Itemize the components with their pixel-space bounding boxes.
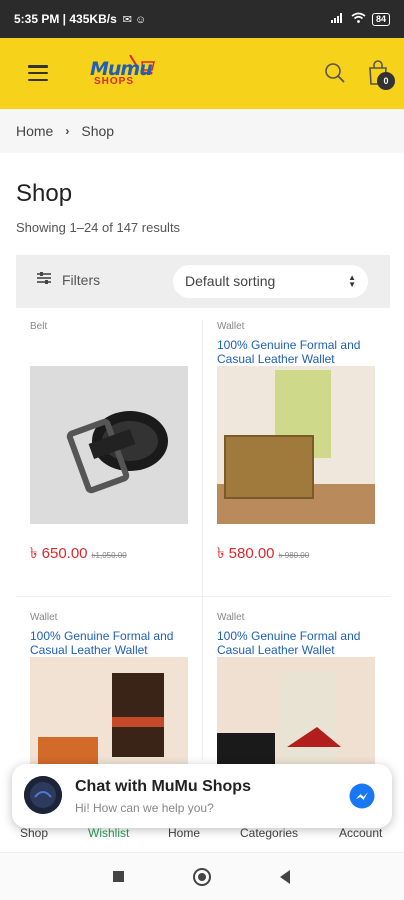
product-image[interactable]: [217, 366, 375, 524]
back-nav-icon[interactable]: [280, 870, 290, 884]
product-price: ৳ 650.00: [30, 545, 88, 562]
sorting-value: Default sorting: [185, 273, 276, 289]
nav-wishlist[interactable]: Wishlist: [88, 826, 129, 840]
product-category[interactable]: Wallet: [217, 612, 377, 623]
product-old-price: ৳1,050.00: [91, 551, 127, 560]
wifi-icon: [351, 12, 366, 26]
sorting-select[interactable]: Default sorting ▲ ▼: [173, 265, 368, 298]
breadcrumb-home[interactable]: Home: [16, 123, 53, 139]
breadcrumb: Home › Shop: [0, 109, 404, 153]
chat-title: Chat with MuMu Shops: [75, 778, 251, 795]
shop-toolbar: Filters Default sorting ▲ ▼: [16, 255, 390, 308]
product-title[interactable]: 100% Genuine Formal and Casual Leather W…: [217, 338, 377, 366]
chat-widget[interactable]: Chat with MuMu Shops Hi! How can we help…: [12, 764, 392, 828]
product-category[interactable]: Wallet: [217, 321, 377, 332]
breadcrumb-current: Shop: [81, 123, 115, 139]
product-title[interactable]: 100% Genuine Formal and Casual Leather W…: [217, 629, 377, 657]
nav-home[interactable]: Home: [168, 826, 200, 840]
android-nav-bar: [0, 852, 404, 900]
product-category[interactable]: Belt: [30, 321, 190, 332]
square-nav-icon[interactable]: [113, 871, 124, 882]
chat-subtitle: Hi! How can we help you?: [75, 801, 214, 815]
sort-arrows-icon: ▲ ▼: [348, 273, 356, 289]
circle-nav-icon[interactable]: [193, 868, 211, 886]
messenger-icon[interactable]: [349, 783, 375, 809]
product-old-price: ৳ 980.00: [278, 551, 310, 560]
product-title[interactable]: 100% Genuine Formal and Casual Leather W…: [30, 629, 190, 657]
status-time: 5:35 PM | 435KB/s: [14, 12, 117, 26]
breadcrumb-separator: ›: [65, 124, 70, 138]
grid-divider-vertical: [202, 320, 203, 760]
nav-categories[interactable]: Categories: [240, 826, 298, 840]
status-right: 84: [330, 12, 390, 26]
status-bar: 5:35 PM | 435KB/s ✉ ☺ 84: [0, 0, 404, 38]
site-logo[interactable]: Mumu SHOPS: [90, 52, 160, 92]
cart-count-badge: 0: [377, 72, 395, 90]
product-image[interactable]: [30, 366, 188, 524]
wallet-image: [217, 366, 375, 524]
filter-icon: [36, 271, 52, 288]
battery-icon: 84: [371, 12, 390, 26]
product-card[interactable]: Wallet 100% Genuine Formal and Casual Le…: [217, 321, 377, 567]
search-icon[interactable]: [324, 62, 346, 84]
filters-label: Filters: [62, 271, 101, 288]
nav-shop[interactable]: Shop: [20, 826, 48, 840]
product-card[interactable]: Belt ৳ 650.00 ৳1,050.00: [30, 321, 190, 567]
page-title: Shop: [16, 180, 73, 207]
notification-icons: ✉ ☺: [122, 13, 147, 26]
logo-subtext: SHOPS: [94, 76, 135, 87]
menu-icon[interactable]: [28, 65, 48, 81]
site-header: Mumu SHOPS: [0, 38, 404, 109]
result-count: Showing 1–24 of 147 results: [16, 220, 181, 235]
signal-icon: [330, 12, 345, 26]
product-category[interactable]: Wallet: [30, 612, 190, 623]
nav-account[interactable]: Account: [339, 826, 382, 840]
grid-divider-horizontal: [16, 596, 390, 597]
chat-avatar: [24, 776, 62, 814]
product-price: ৳ 580.00: [217, 545, 275, 562]
filters-button[interactable]: Filters: [36, 271, 100, 288]
product-title[interactable]: [30, 338, 190, 366]
belt-image: [30, 366, 188, 524]
